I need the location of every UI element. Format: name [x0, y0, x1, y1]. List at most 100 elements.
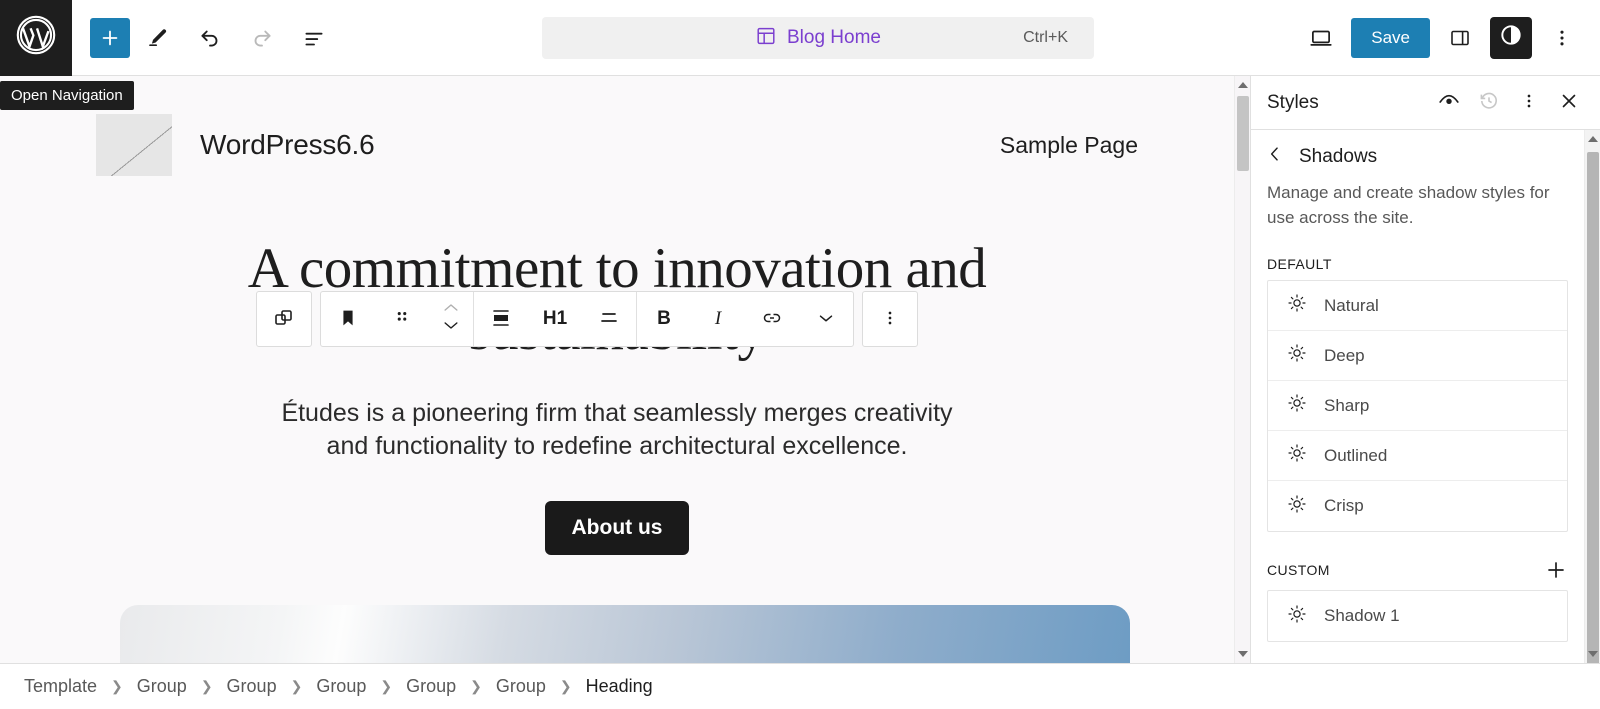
save-button[interactable]: Save — [1351, 17, 1430, 58]
italic-button[interactable]: I — [691, 292, 745, 346]
canvas-scrollbar[interactable] — [1234, 76, 1250, 663]
heading-level-button[interactable]: H1 — [528, 292, 582, 346]
more-formatting-button[interactable] — [799, 292, 853, 346]
link-icon — [760, 307, 784, 332]
bold-label: B — [657, 308, 671, 329]
sidebar-scroll-up-arrow[interactable] — [1585, 130, 1600, 148]
site-logo-placeholder[interactable] — [96, 114, 172, 176]
add-custom-shadow-button[interactable] — [1544, 558, 1568, 582]
shadow-preset-outlined[interactable]: Outlined — [1268, 431, 1567, 482]
command-bar-label: Blog Home — [787, 27, 881, 48]
link-button[interactable] — [745, 292, 799, 346]
block-type-button[interactable] — [321, 292, 375, 346]
hero-paragraph[interactable]: Études is a pioneering firm that seamles… — [277, 397, 957, 463]
shadows-panel-nav: Shadows — [1251, 130, 1584, 181]
styles-toggle-button[interactable] — [1490, 16, 1532, 59]
template-canvas[interactable]: WordPress6.6 Sample Page A commitment to… — [0, 76, 1234, 663]
style-book-button[interactable] — [1430, 84, 1468, 122]
editor-canvas-column: WordPress6.6 Sample Page A commitment to… — [0, 76, 1250, 663]
revisions-button[interactable] — [1470, 84, 1508, 122]
bold-button[interactable]: B — [637, 292, 691, 346]
heading-level-label: H1 — [542, 308, 568, 329]
heading-block-icon — [337, 307, 359, 332]
select-parent-block-icon — [272, 306, 296, 333]
breadcrumb-item-group-4[interactable]: Group — [404, 676, 458, 697]
open-navigation-button[interactable] — [0, 0, 72, 76]
redo-arrow-icon — [249, 25, 275, 51]
shadow-preset-label: Crisp — [1324, 496, 1364, 516]
shadow-preset-label: Outlined — [1324, 445, 1388, 465]
breadcrumb-separator: ❯ — [470, 678, 482, 694]
hero-image[interactable] — [120, 605, 1130, 663]
settings-sidebar-button[interactable] — [1436, 14, 1484, 62]
breadcrumb-item-heading[interactable]: Heading — [584, 676, 655, 697]
back-button[interactable] — [1265, 144, 1285, 169]
shadow-preset-icon — [1286, 392, 1308, 419]
toggle-block-inserter-button[interactable] — [90, 17, 130, 58]
redo-button[interactable] — [238, 14, 286, 62]
styles-contrast-icon — [1498, 22, 1524, 53]
wordpress-site-editor: Blog Home Ctrl+K Save Open Navigation Wo… — [0, 0, 1600, 709]
styles-sidebar-content: Shadows Manage and create shadow styles … — [1251, 130, 1600, 663]
top-bar-actions: Save — [1297, 14, 1600, 62]
canvas-scroll-up-arrow[interactable] — [1235, 76, 1251, 94]
document-overview-button[interactable] — [290, 14, 338, 62]
sidebar-scrollbar[interactable] — [1584, 130, 1600, 663]
canvas-scroll-thumb[interactable] — [1237, 96, 1249, 171]
undo-arrow-icon — [197, 25, 223, 51]
styles-more-button[interactable] — [1510, 84, 1548, 122]
drag-handle-icon — [393, 307, 411, 332]
breadcrumb-item-group-2[interactable]: Group — [225, 676, 279, 697]
styles-panel-title: Styles — [1267, 91, 1319, 113]
select-parent-block-button[interactable] — [257, 292, 311, 346]
editor-body: WordPress6.6 Sample Page A commitment to… — [0, 76, 1600, 663]
shadow-preset-icon — [1286, 342, 1308, 369]
default-section-label: DEFAULT — [1251, 230, 1584, 280]
block-movers[interactable] — [429, 292, 473, 346]
breadcrumb-item-group-3[interactable]: Group — [314, 676, 368, 697]
drag-block-handle[interactable] — [375, 292, 429, 346]
command-bar[interactable]: Blog Home Ctrl+K — [542, 17, 1094, 59]
close-styles-button[interactable] — [1550, 84, 1588, 122]
desktop-preview-icon — [1308, 25, 1334, 51]
sidebar-scroll-down-arrow[interactable] — [1585, 645, 1600, 663]
block-align-button[interactable] — [474, 292, 528, 346]
template-layout-icon — [755, 25, 777, 52]
preview-device-button[interactable] — [1297, 14, 1345, 62]
nav-item-sample-page[interactable]: Sample Page — [1000, 132, 1138, 159]
top-bar-tools — [72, 14, 338, 62]
shadow-preset-sharp[interactable]: Sharp — [1268, 381, 1567, 432]
open-navigation-tooltip: Open Navigation — [0, 81, 134, 110]
breadcrumb-item-template[interactable]: Template — [22, 676, 99, 697]
breadcrumb-separator: ❯ — [380, 678, 393, 694]
more-options-button[interactable] — [1538, 14, 1586, 62]
close-x-icon — [1558, 90, 1580, 115]
shadow-preset-crisp[interactable]: Crisp — [1268, 481, 1567, 531]
move-up-icon[interactable] — [441, 301, 461, 319]
shadow-preset-label: Deep — [1324, 345, 1365, 365]
canvas-scroll-down-arrow[interactable] — [1235, 645, 1251, 663]
block-align-icon — [489, 307, 513, 332]
undo-button[interactable] — [186, 14, 234, 62]
shadows-description: Manage and create shadow styles for use … — [1267, 183, 1550, 227]
move-down-icon[interactable] — [441, 319, 461, 337]
sidebar-scroll-thumb[interactable] — [1587, 152, 1599, 663]
about-us-button[interactable]: About us — [544, 501, 690, 556]
shadow-preset-deep[interactable]: Deep — [1268, 331, 1567, 382]
shadow-preset-icon — [1286, 292, 1308, 319]
site-title[interactable]: WordPress6.6 — [200, 129, 375, 161]
site-header: WordPress6.6 Sample Page — [0, 76, 1234, 184]
custom-shadow-1[interactable]: Shadow 1 — [1268, 591, 1567, 641]
block-options-icon — [880, 307, 900, 332]
styles-sidebar: Styles Shadows Manage and create shadow … — [1250, 76, 1600, 663]
history-clock-icon — [1477, 89, 1501, 116]
styles-header-actions — [1430, 84, 1588, 122]
breadcrumb-item-group-1[interactable]: Group — [135, 676, 189, 697]
select-parent-group — [256, 291, 312, 347]
text-align-button[interactable] — [582, 292, 636, 346]
block-options-group — [862, 291, 918, 347]
block-options-button[interactable] — [863, 292, 917, 346]
edit-mode-button[interactable] — [134, 14, 182, 62]
breadcrumb-item-group-5[interactable]: Group — [494, 676, 548, 697]
shadow-preset-natural[interactable]: Natural — [1268, 281, 1567, 332]
